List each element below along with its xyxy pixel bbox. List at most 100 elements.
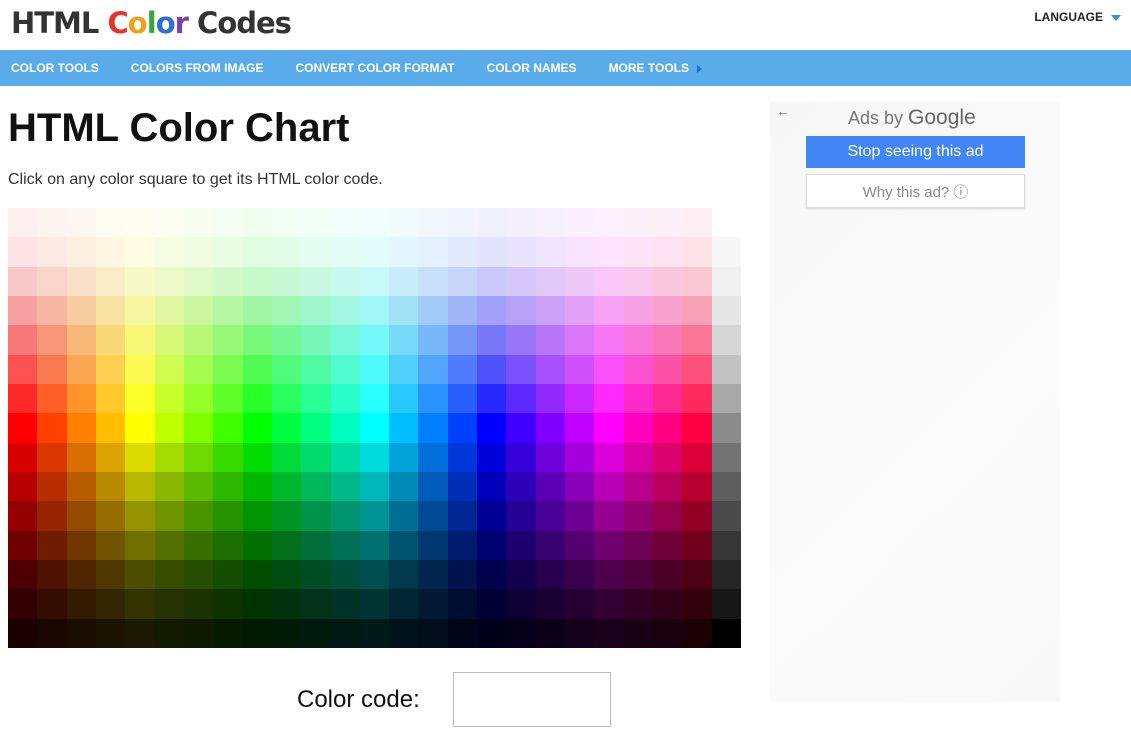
color-swatch[interactable] — [418, 618, 448, 648]
color-swatch[interactable] — [565, 208, 595, 238]
color-swatch[interactable] — [389, 618, 419, 648]
color-swatch[interactable] — [535, 442, 566, 472]
color-swatch[interactable] — [623, 296, 654, 326]
color-swatch[interactable] — [154, 325, 184, 355]
color-swatch[interactable] — [301, 266, 331, 296]
color-swatch[interactable] — [271, 266, 302, 296]
color-swatch[interactable] — [242, 472, 272, 502]
color-swatch[interactable] — [359, 589, 390, 619]
color-swatch[interactable] — [183, 354, 214, 384]
color-swatch[interactable] — [711, 618, 741, 648]
color-swatch[interactable] — [623, 442, 654, 472]
color-swatch[interactable] — [8, 560, 38, 590]
color-swatch[interactable] — [477, 618, 507, 648]
color-swatch[interactable] — [66, 325, 96, 355]
color-swatch[interactable] — [242, 266, 272, 296]
color-swatch[interactable] — [389, 589, 419, 619]
color-swatch[interactable] — [271, 618, 302, 648]
color-swatch[interactable] — [95, 501, 126, 531]
color-swatch[interactable] — [623, 384, 654, 414]
color-swatch[interactable] — [8, 413, 38, 443]
color-swatch[interactable] — [594, 384, 624, 414]
color-swatch[interactable] — [8, 325, 38, 355]
color-swatch[interactable] — [653, 325, 683, 355]
color-swatch[interactable] — [183, 530, 214, 560]
color-swatch[interactable] — [653, 266, 683, 296]
color-swatch[interactable] — [565, 442, 595, 472]
color-swatch[interactable] — [477, 501, 507, 531]
color-swatch[interactable] — [447, 413, 478, 443]
color-swatch[interactable] — [447, 237, 478, 267]
color-swatch[interactable] — [653, 413, 683, 443]
color-swatch[interactable] — [506, 208, 536, 238]
color-swatch[interactable] — [37, 266, 67, 296]
language-selector[interactable]: LANGUAGE — [1034, 10, 1121, 24]
color-swatch[interactable] — [183, 296, 214, 326]
color-swatch[interactable] — [37, 208, 67, 238]
color-swatch[interactable] — [418, 501, 448, 531]
color-swatch[interactable] — [95, 618, 126, 648]
color-swatch[interactable] — [301, 589, 331, 619]
color-swatch[interactable] — [183, 266, 214, 296]
color-swatch[interactable] — [535, 413, 566, 443]
color-swatch[interactable] — [447, 384, 478, 414]
color-swatch[interactable] — [37, 560, 67, 590]
color-swatch[interactable] — [37, 325, 67, 355]
color-swatch[interactable] — [389, 325, 419, 355]
color-swatch[interactable] — [535, 560, 566, 590]
color-swatch[interactable] — [447, 530, 478, 560]
color-swatch[interactable] — [711, 266, 741, 296]
color-swatch[interactable] — [95, 266, 126, 296]
color-swatch[interactable] — [653, 589, 683, 619]
color-swatch[interactable] — [506, 442, 536, 472]
color-swatch[interactable] — [565, 560, 595, 590]
color-swatch[interactable] — [271, 237, 302, 267]
color-swatch[interactable] — [154, 589, 184, 619]
color-swatch[interactable] — [359, 354, 390, 384]
color-swatch[interactable] — [594, 237, 624, 267]
color-swatch[interactable] — [125, 589, 155, 619]
color-swatch[interactable] — [535, 501, 566, 531]
color-swatch[interactable] — [682, 384, 712, 414]
color-swatch[interactable] — [125, 296, 155, 326]
color-swatch[interactable] — [711, 589, 741, 619]
color-swatch[interactable] — [682, 442, 712, 472]
color-swatch[interactable] — [183, 208, 214, 238]
color-swatch[interactable] — [301, 560, 331, 590]
color-swatch[interactable] — [565, 384, 595, 414]
color-swatch[interactable] — [37, 442, 67, 472]
color-swatch[interactable] — [389, 237, 419, 267]
color-swatch[interactable] — [66, 296, 96, 326]
color-swatch[interactable] — [477, 384, 507, 414]
color-swatch[interactable] — [506, 354, 536, 384]
color-swatch[interactable] — [653, 618, 683, 648]
color-swatch[interactable] — [125, 325, 155, 355]
color-swatch[interactable] — [271, 354, 302, 384]
color-swatch[interactable] — [594, 354, 624, 384]
color-swatch[interactable] — [271, 589, 302, 619]
color-swatch[interactable] — [682, 589, 712, 619]
color-swatch[interactable] — [66, 472, 96, 502]
color-swatch[interactable] — [242, 354, 272, 384]
color-swatch[interactable] — [711, 530, 741, 560]
color-swatch[interactable] — [330, 501, 360, 531]
color-swatch[interactable] — [8, 266, 38, 296]
color-swatch[interactable] — [535, 589, 566, 619]
color-swatch[interactable] — [271, 296, 302, 326]
color-swatch[interactable] — [535, 354, 566, 384]
color-swatch[interactable] — [623, 354, 654, 384]
color-swatch[interactable] — [213, 472, 243, 502]
color-swatch[interactable] — [623, 589, 654, 619]
color-swatch[interactable] — [271, 325, 302, 355]
color-swatch[interactable] — [594, 296, 624, 326]
color-swatch[interactable] — [95, 296, 126, 326]
color-swatch[interactable] — [682, 413, 712, 443]
color-swatch[interactable] — [389, 560, 419, 590]
color-swatch[interactable] — [389, 208, 419, 238]
color-swatch[interactable] — [66, 354, 96, 384]
color-swatch[interactable] — [66, 413, 96, 443]
color-swatch[interactable] — [418, 237, 448, 267]
color-swatch[interactable] — [682, 208, 712, 238]
color-swatch[interactable] — [447, 618, 478, 648]
color-swatch[interactable] — [95, 413, 126, 443]
